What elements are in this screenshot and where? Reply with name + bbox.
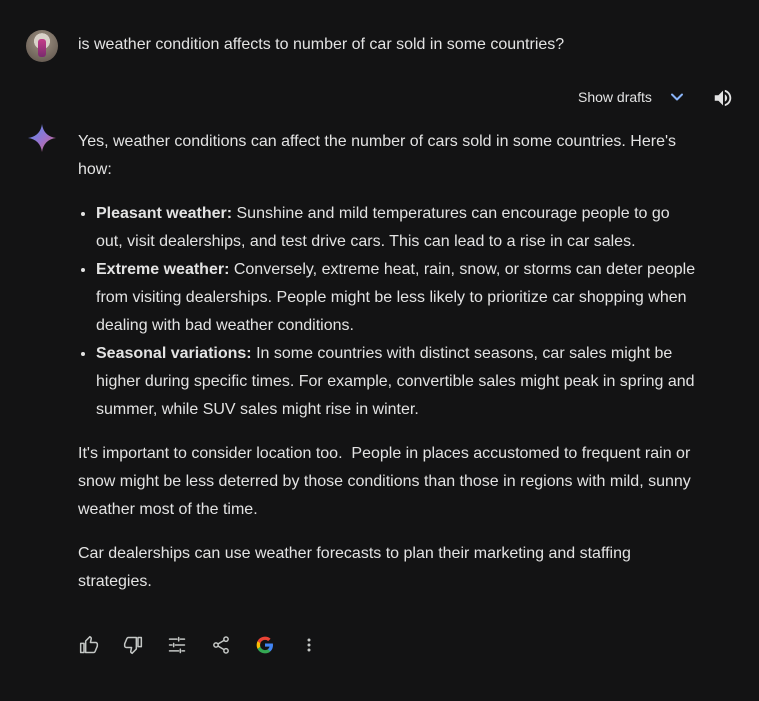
list-item: Pleasant weather: Sunshine and mild temp… [96, 200, 698, 256]
tune-icon[interactable] [166, 634, 188, 656]
more-vert-icon[interactable] [298, 634, 320, 656]
gemini-spark-icon [26, 122, 58, 154]
response-paragraph: It's important to consider location too.… [78, 445, 696, 518]
assistant-response: Yes, weather conditions can affect the n… [78, 128, 698, 612]
thumbs-down-icon[interactable] [122, 634, 144, 656]
share-icon[interactable] [210, 634, 232, 656]
chevron-down-icon [670, 90, 684, 104]
user-avatar [26, 30, 58, 62]
thumbs-up-icon[interactable] [78, 634, 100, 656]
show-drafts-label: Show drafts [578, 89, 652, 105]
response-intro: Yes, weather conditions can affect the n… [78, 133, 677, 178]
bullet-title: Extreme weather: [96, 261, 230, 278]
response-bullet-list: Pleasant weather: Sunshine and mild temp… [78, 200, 698, 424]
bullet-title: Seasonal variations: [96, 345, 252, 362]
bullet-title: Pleasant weather: [96, 205, 233, 222]
user-prompt: is weather condition affects to number o… [78, 36, 565, 53]
google-icon[interactable] [254, 634, 276, 656]
speaker-icon[interactable] [712, 87, 734, 109]
show-drafts-button[interactable]: Show drafts [578, 89, 684, 105]
response-paragraph: Car dealerships can use weather forecast… [78, 545, 631, 590]
response-actions [78, 634, 342, 656]
list-item: Extreme weather: Conversely, extreme hea… [96, 256, 698, 340]
list-item: Seasonal variations: In some countries w… [96, 340, 698, 424]
